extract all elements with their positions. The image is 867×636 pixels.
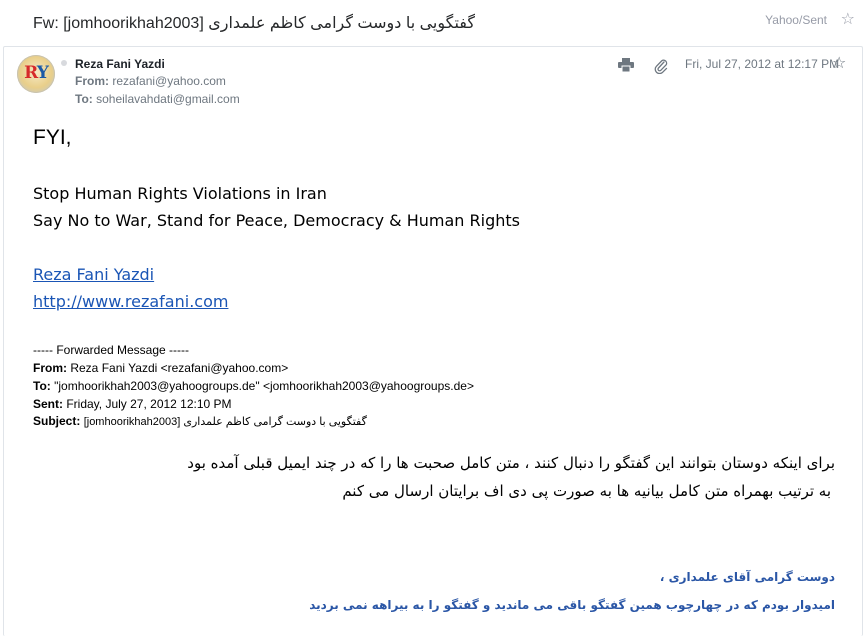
- to-line: To: soheilavahdati@gmail.com: [75, 92, 240, 106]
- from-label: From:: [75, 74, 109, 88]
- email-subject: Fw: [jomhoorikhah2003] گفتگویی با دوست گ…: [33, 15, 476, 32]
- forwarded-to: To: "jomhoorikhah2003@yahoogroups.de" <j…: [33, 379, 474, 393]
- to-email[interactable]: soheilavahdati@gmail.com: [96, 92, 240, 106]
- persian-paragraph-line: به ترتیب بهمراه متن کامل بیانیه ها به صو…: [342, 482, 831, 500]
- from-email[interactable]: rezafani@yahoo.com: [112, 74, 226, 88]
- from-line: From: rezafani@yahoo.com: [75, 74, 226, 88]
- print-icon[interactable]: [618, 58, 634, 73]
- greeting: FYI,: [33, 126, 72, 149]
- subject-bar: Fw: [jomhoorikhah2003] گفتگویی با دوست گ…: [0, 0, 867, 42]
- quoted-line: امیدوار بودم که در چهارچوب همین گفتگو با…: [309, 598, 835, 612]
- signature-line: Stop Human Rights Violations in Iran: [33, 184, 327, 203]
- signature-line: Say No to War, Stand for Peace, Democrac…: [33, 211, 520, 230]
- star-icon[interactable]: ☆: [832, 53, 846, 73]
- sender-name[interactable]: Reza Fani Yazdi: [75, 57, 165, 71]
- forwarded-from-value: Reza Fani Yazdi <rezafani@yahoo.com>: [70, 361, 289, 375]
- forwarded-subject-label: Subject:: [33, 414, 81, 428]
- paperclip-icon[interactable]: [654, 58, 668, 75]
- quoted-greeting: دوست گرامی آقای علمداری ،: [659, 570, 835, 584]
- forwarded-sent-label: Sent:: [33, 397, 63, 411]
- forwarded-from: From: Reza Fani Yazdi <rezafani@yahoo.co…: [33, 361, 288, 375]
- forwarded-subject: Subject: [jomhoorikhah2003] گفتگویی با د…: [33, 414, 367, 428]
- persian-paragraph-line: برای اینکه دوستان بتوانند این گفتگو را د…: [187, 454, 835, 472]
- presence-dot: [61, 60, 67, 66]
- avatar[interactable]: RY: [17, 55, 55, 93]
- message-date: Fri, Jul 27, 2012 at 12:17 PM: [685, 57, 840, 71]
- star-icon[interactable]: ☆: [841, 9, 855, 29]
- forwarded-subject-value: [jomhoorikhah2003] گفتگویی با دوست گرامی…: [83, 416, 367, 428]
- to-label: To:: [75, 92, 93, 106]
- forwarded-sent-value: Friday, July 27, 2012 12:10 PM: [66, 397, 232, 411]
- avatar-letter-y: Y: [36, 63, 49, 83]
- message-card: [3, 46, 863, 636]
- forwarded-header: ----- Forwarded Message -----: [33, 343, 190, 357]
- forwarded-to-label: To:: [33, 379, 51, 393]
- forwarded-from-label: From:: [33, 361, 67, 375]
- name-link[interactable]: Reza Fani Yazdi: [33, 265, 154, 284]
- folder-label[interactable]: Yahoo/Sent: [765, 13, 827, 27]
- forwarded-sent: Sent: Friday, July 27, 2012 12:10 PM: [33, 397, 232, 411]
- avatar-letter-r: R: [24, 63, 38, 83]
- website-link[interactable]: http://www.rezafani.com: [33, 292, 228, 311]
- forwarded-to-value: "jomhoorikhah2003@yahoogroups.de" <jomho…: [54, 379, 474, 393]
